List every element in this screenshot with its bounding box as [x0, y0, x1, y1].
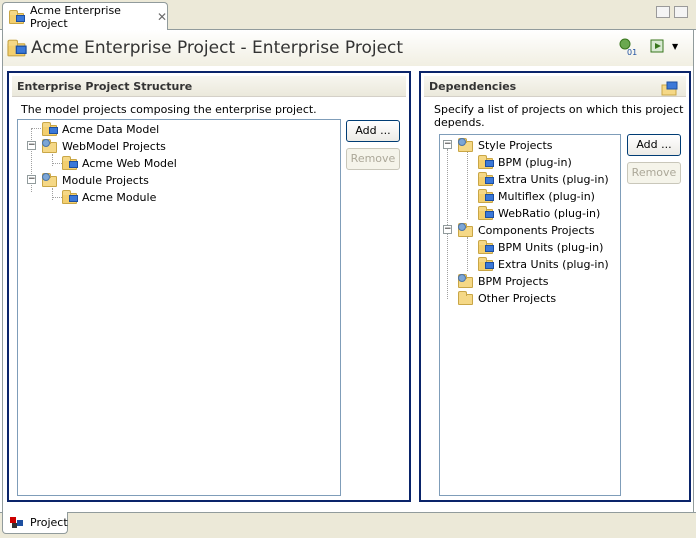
project-icon: [42, 122, 58, 136]
collapse-toggle[interactable]: −: [27, 175, 36, 184]
tree-item[interactable]: BPM (plug-in): [478, 154, 572, 170]
project-icon: [62, 190, 78, 204]
project-icon: [478, 257, 494, 271]
folder-icon: [458, 223, 474, 237]
editor-tab-title: Acme Enterprise Project: [30, 3, 121, 30]
project-icon: [62, 156, 78, 170]
tree-item[interactable]: Style Projects: [458, 137, 553, 153]
section-description: Specify a list of projects on which this…: [434, 103, 684, 129]
project-icon: [478, 240, 494, 254]
tree-item[interactable]: WebRatio (plug-in): [478, 205, 600, 221]
run-icon[interactable]: [650, 37, 670, 57]
svg-text:01: 01: [627, 48, 637, 57]
page-title: Acme Enterprise Project - Enterprise Pro…: [31, 38, 404, 58]
section-title: Enterprise Project Structure: [12, 76, 406, 97]
tree-item[interactable]: Extra Units (plug-in): [478, 256, 609, 272]
collapse-toggle[interactable]: −: [27, 141, 36, 150]
tree-item[interactable]: Components Projects: [458, 222, 594, 238]
collapse-toggle[interactable]: −: [443, 140, 452, 149]
tree-item[interactable]: Other Projects: [458, 290, 556, 306]
tree-item[interactable]: BPM Projects: [458, 273, 549, 289]
tree-item[interactable]: Module Projects: [42, 172, 149, 188]
minimize-button[interactable]: [656, 6, 670, 18]
tab-label: Project: [30, 516, 68, 529]
tree-item[interactable]: Multiflex (plug-in): [478, 188, 595, 204]
project-page-icon: [9, 516, 25, 530]
tree-item[interactable]: Acme Web Model: [62, 155, 177, 171]
project-icon: [478, 206, 494, 220]
tree-item[interactable]: Acme Data Model: [42, 121, 159, 137]
collapse-toggle[interactable]: −: [443, 225, 452, 234]
tree-item[interactable]: Extra Units (plug-in): [478, 171, 609, 187]
structure-tree[interactable]: Acme Data Model − WebModel Projects Acme…: [17, 119, 341, 496]
folder-icon: [42, 173, 58, 187]
project-icon: [7, 39, 27, 57]
tab-project[interactable]: Project: [2, 512, 68, 534]
add-structure-button[interactable]: Add ...: [346, 120, 400, 142]
dependencies-icon: [661, 81, 679, 97]
editor-tab[interactable]: Acme Enterprise Project ✕: [2, 2, 168, 30]
maximize-button[interactable]: [674, 6, 688, 18]
add-dependency-button[interactable]: Add ...: [627, 134, 681, 156]
generate-icon[interactable]: 01: [618, 37, 638, 57]
section-description: The model projects composing the enterpr…: [21, 103, 317, 116]
dependencies-tree[interactable]: − Style Projects BPM (plug-in) Extra Uni…: [439, 134, 621, 496]
folder-icon: [458, 274, 474, 288]
page-tab-bar: [0, 512, 696, 538]
chevron-down-icon[interactable]: ▼: [672, 42, 680, 51]
section-title: Dependencies: [424, 76, 686, 97]
tree-item[interactable]: WebModel Projects: [42, 138, 166, 154]
tree-item[interactable]: Acme Module: [62, 189, 156, 205]
folder-icon: [42, 139, 58, 153]
close-icon[interactable]: ✕: [157, 11, 167, 23]
project-icon: [478, 189, 494, 203]
form-header: Acme Enterprise Project - Enterprise Pro…: [2, 30, 694, 66]
project-icon: [478, 172, 494, 186]
project-icon: [478, 155, 494, 169]
remove-dependency-button[interactable]: Remove: [627, 162, 681, 184]
dependencies-section: Dependencies Specify a list of projects …: [419, 71, 691, 502]
enterprise-structure-section: Enterprise Project Structure The model p…: [7, 71, 411, 502]
remove-structure-button[interactable]: Remove: [346, 148, 400, 170]
folder-icon: [458, 138, 474, 152]
project-icon: [9, 9, 25, 24]
folder-icon: [458, 291, 474, 305]
tree-item[interactable]: BPM Units (plug-in): [478, 239, 603, 255]
